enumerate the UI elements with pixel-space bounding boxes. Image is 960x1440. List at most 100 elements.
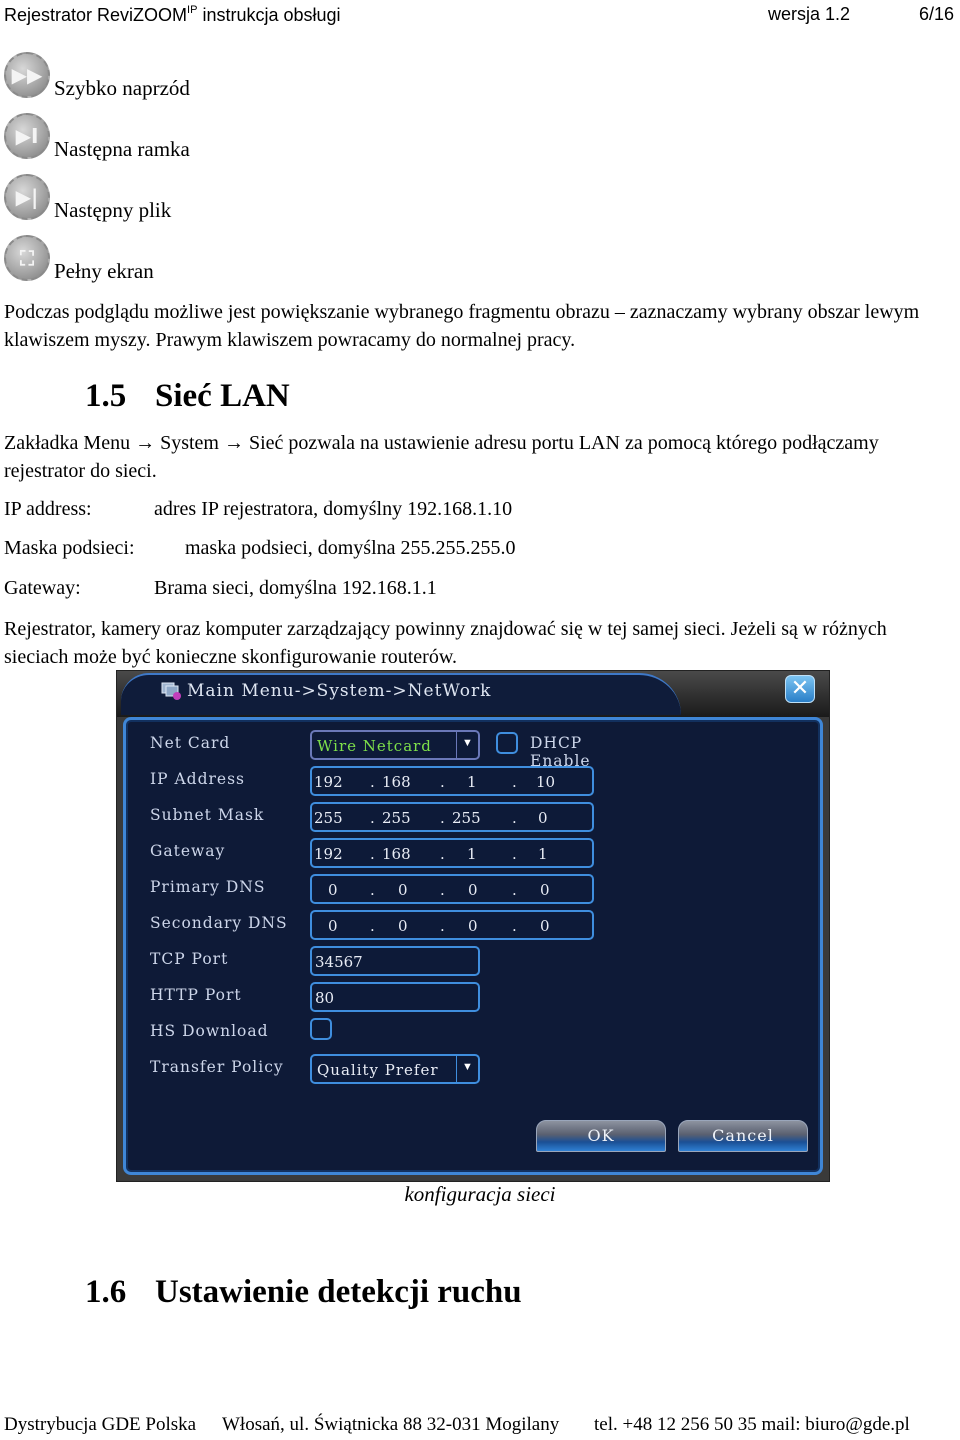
footer-address: Włosań, ul. Świątnicka 88 32-031 Mogilan…	[222, 1414, 560, 1435]
net-card-select[interactable]: Wire Netcard ▼	[310, 730, 480, 760]
section-number: 1.6	[85, 1274, 127, 1310]
dot-separator: .	[370, 773, 375, 791]
octet[interactable]: 168	[382, 773, 422, 791]
dot-separator: .	[440, 773, 445, 791]
dialog-title: Main Menu->System->NetWork	[187, 681, 492, 701]
tcp-port-value: 34567	[315, 953, 363, 971]
control-label: Następna ramka	[54, 137, 190, 161]
tcp-port-field[interactable]: 34567	[310, 946, 480, 976]
title-prefix: Rejestrator ReviZOOM	[4, 5, 188, 25]
dot-separator: .	[370, 881, 375, 899]
cancel-button[interactable]: Cancel	[678, 1120, 808, 1152]
octet[interactable]: 0	[538, 809, 578, 827]
dot-separator: .	[512, 917, 517, 935]
octet[interactable]: 0	[468, 917, 508, 935]
octet[interactable]: 255	[314, 809, 354, 827]
page-number: 6/16	[918, 4, 954, 24]
control-fast-forward: ▶▶ Szybko naprzód	[4, 52, 304, 102]
octet[interactable]: 1	[467, 773, 507, 791]
paragraph-zoom: Podczas podglądu możliwe jest powiększan…	[4, 301, 920, 351]
version-label: wersja 1.2	[768, 4, 851, 24]
document-title: Rejestrator ReviZOOMIP instrukcja obsług…	[4, 4, 341, 26]
subnet-mask-field[interactable]: 255 . 255 . 255 . 0	[310, 802, 594, 832]
net-card-label: Net Card	[150, 734, 231, 752]
network-icon	[161, 682, 181, 700]
fast-forward-icon: ▶▶	[4, 52, 50, 98]
title-suffix: instrukcja obsługi	[197, 5, 341, 25]
http-port-field[interactable]: 80	[310, 982, 480, 1012]
octet[interactable]: 0	[540, 917, 580, 935]
subnet-mask-label: Subnet Mask	[150, 806, 265, 824]
dot-separator: .	[440, 845, 445, 863]
control-next-file: ▶| Następny plik	[4, 174, 304, 224]
param-subnet-mask: Maska podsieci: maska podsieci, domyślna…	[4, 537, 516, 560]
primary-dns-field[interactable]: 0 . 0 . 0 . 0	[310, 874, 594, 904]
http-port-value: 80	[315, 989, 335, 1007]
octet[interactable]: 1	[467, 845, 507, 863]
dialog-panel: Net Card Wire Netcard ▼ DHCP Enable IP A…	[123, 717, 823, 1175]
ip-address-label: IP Address	[150, 770, 246, 788]
dot-separator: .	[512, 809, 517, 827]
octet[interactable]: 192	[314, 845, 354, 863]
param-value: maska podsieci, domyślna 255.255.255.0	[185, 537, 516, 559]
dot-separator: .	[512, 845, 517, 863]
dot-separator: .	[512, 881, 517, 899]
dhcp-label: DHCP Enable	[530, 734, 591, 770]
figure-caption: konfiguracja sieci	[404, 1182, 556, 1206]
octet[interactable]: 192	[314, 773, 354, 791]
octet[interactable]: 255	[382, 809, 422, 827]
dot-separator: .	[440, 881, 445, 899]
close-button[interactable]: ✕	[785, 675, 815, 703]
dot-separator: .	[440, 917, 445, 935]
network-dialog: Main Menu->System->NetWork ✕ Net Card Wi…	[116, 670, 830, 1182]
hs-download-label: HS Download	[150, 1022, 269, 1040]
secondary-dns-field[interactable]: 0 . 0 . 0 . 0	[310, 910, 594, 940]
title-superscript: IP	[187, 4, 198, 16]
octet[interactable]: 0	[468, 881, 508, 899]
octet[interactable]: 0	[398, 881, 438, 899]
param-key: Gateway:	[4, 577, 81, 599]
http-port-label: HTTP Port	[150, 986, 242, 1004]
octet[interactable]: 1	[538, 845, 578, 863]
secondary-dns-label: Secondary DNS	[150, 914, 288, 932]
chevron-down-icon[interactable]: ▼	[456, 732, 478, 758]
section-title: Sieć LAN	[155, 378, 290, 414]
next-file-icon: ▶|	[4, 174, 50, 220]
section-title: Ustawienie detekcji ruchu	[155, 1274, 522, 1310]
octet[interactable]: 0	[540, 881, 580, 899]
footer-company: Dystrybucja GDE Polska	[4, 1414, 197, 1435]
chevron-down-icon[interactable]: ▼	[456, 1056, 478, 1082]
ok-button[interactable]: OK	[536, 1120, 666, 1152]
gateway-field[interactable]: 192 . 168 . 1 . 1	[310, 838, 594, 868]
transfer-policy-label: Transfer Policy	[150, 1058, 284, 1076]
param-key: Maska podsieci:	[4, 537, 135, 559]
hs-download-checkbox[interactable]	[310, 1018, 332, 1040]
paragraph-network: Rejestrator, kamery oraz komputer zarząd…	[4, 618, 887, 668]
paragraph-lan: Zakładka Menu → System → Sieć pozwala na…	[4, 432, 879, 482]
gateway-label: Gateway	[150, 842, 226, 860]
octet[interactable]: 0	[328, 917, 368, 935]
section-heading-motion: 1.6 Ustawienie detekcji ruchu	[85, 1274, 522, 1311]
octet[interactable]: 0	[398, 917, 438, 935]
next-frame-icon: ▶I	[4, 113, 50, 159]
net-card-value: Wire Netcard	[317, 737, 432, 755]
octet[interactable]: 168	[382, 845, 422, 863]
control-label: Szybko naprzód	[54, 76, 190, 100]
dot-separator: .	[370, 845, 375, 863]
dot-separator: .	[440, 809, 445, 827]
fullscreen-icon: ⛶	[4, 235, 50, 281]
transfer-policy-select[interactable]: Quality Prefer ▼	[310, 1054, 480, 1084]
octet[interactable]: 255	[452, 809, 492, 827]
param-ip-address: IP address: adres IP rejestratora, domyś…	[4, 498, 512, 521]
dot-separator: .	[370, 809, 375, 827]
ip-address-field[interactable]: 192 . 168 . 1 . 10	[310, 766, 594, 796]
section-heading-lan: 1.5 Sieć LAN	[85, 378, 290, 415]
param-gateway: Gateway: Brama sieci, domyślna 192.168.1…	[4, 577, 437, 600]
dhcp-checkbox[interactable]	[496, 732, 518, 754]
control-label: Następny plik	[54, 198, 172, 222]
param-value: Brama sieci, domyślna 192.168.1.1	[154, 577, 437, 599]
dot-separator: .	[512, 773, 517, 791]
octet[interactable]: 0	[328, 881, 368, 899]
octet[interactable]: 10	[536, 773, 576, 791]
close-icon: ✕	[790, 676, 810, 701]
